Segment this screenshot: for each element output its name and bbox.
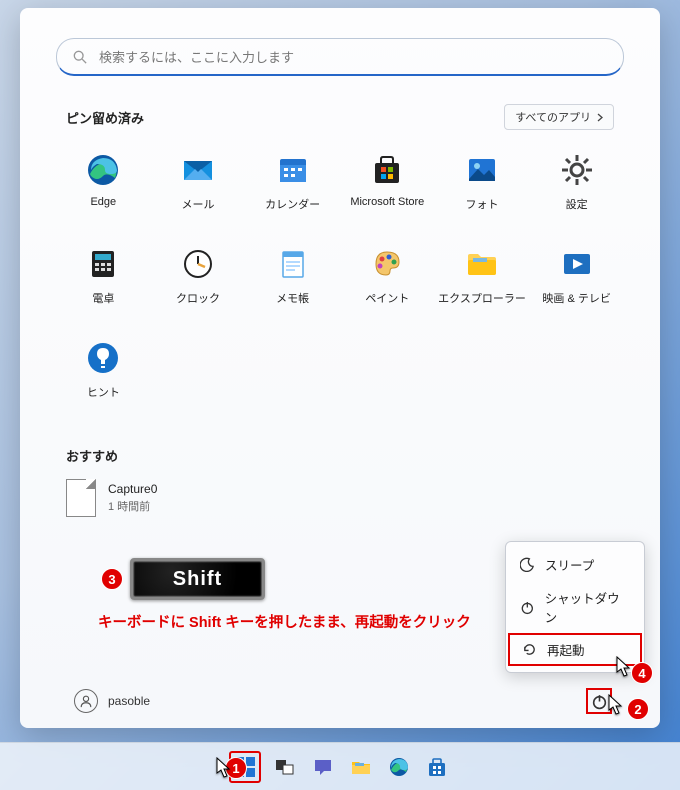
app-label: カレンダー [265, 196, 320, 212]
recommended-header: おすすめ [56, 446, 624, 465]
chat-icon [312, 756, 334, 778]
movies-icon [559, 246, 595, 282]
sleep-label: スリープ [545, 555, 594, 574]
all-apps-label: すべてのアプリ [515, 109, 591, 125]
calendar-icon [275, 152, 311, 188]
search-input[interactable]: 検索するには、ここに入力します [56, 38, 624, 76]
app-edge[interactable]: Edge [56, 144, 151, 230]
calculator-icon [85, 246, 121, 282]
clock-icon [180, 246, 216, 282]
taskbar-explorer[interactable] [347, 753, 375, 781]
app-label: フォト [465, 196, 498, 212]
gear-icon [559, 152, 595, 188]
power-icon [520, 600, 535, 615]
user-icon [74, 689, 98, 713]
taskbar-store[interactable] [423, 753, 451, 781]
sleep-icon [520, 557, 535, 572]
cursor-icon [608, 694, 624, 716]
start-footer: pasoble [20, 674, 660, 728]
chevron-right-icon [597, 113, 603, 122]
user-button[interactable]: pasoble [74, 689, 150, 713]
search-icon [73, 50, 87, 64]
app-label: ペイント [365, 290, 409, 306]
cursor-icon [216, 757, 232, 779]
taskbar [0, 742, 680, 790]
app-label: 設定 [566, 196, 588, 212]
app-explorer[interactable]: エクスプローラー [435, 238, 530, 324]
power-icon [591, 693, 608, 710]
recommended-item[interactable]: Capture0 1 時間前 [66, 479, 624, 517]
app-calculator[interactable]: 電卓 [56, 238, 151, 324]
app-settings[interactable]: 設定 [529, 144, 624, 230]
instruction-text: キーボードに Shift キーを押したまま、再起動をクリック [98, 611, 471, 632]
store-icon [426, 756, 448, 778]
app-label: ヒント [87, 384, 120, 400]
app-label: 映画 & テレビ [542, 290, 610, 306]
photos-icon [464, 152, 500, 188]
mail-icon [180, 152, 216, 188]
folder-icon [464, 246, 500, 282]
app-clock[interactable]: クロック [151, 238, 246, 324]
app-label: メール [181, 196, 214, 212]
paint-icon [369, 246, 405, 282]
shutdown-label: シャットダウン [545, 588, 630, 626]
tips-icon [85, 340, 121, 376]
taskbar-chat[interactable] [309, 753, 337, 781]
app-label: Microsoft Store [350, 196, 424, 208]
shift-key-graphic: Shift [130, 558, 265, 600]
annotation-2: 2 [627, 698, 649, 720]
app-label: エクスプローラー [438, 290, 526, 306]
taskbar-edge[interactable] [385, 753, 413, 781]
app-label: 電卓 [92, 290, 114, 306]
edge-icon [85, 152, 121, 188]
restart-label: 再起動 [547, 640, 585, 659]
annotation-3: 3 [101, 568, 123, 590]
document-icon [66, 479, 96, 517]
cursor-icon [616, 656, 632, 678]
app-mail[interactable]: メール [151, 144, 246, 230]
app-label: クロック [176, 290, 220, 306]
notepad-icon [275, 246, 311, 282]
app-notepad[interactable]: メモ帳 [245, 238, 340, 324]
app-tips[interactable]: ヒント [56, 332, 151, 418]
store-icon [369, 152, 405, 188]
recommended-name: Capture0 [108, 482, 157, 496]
taskview-icon [274, 756, 296, 778]
recommended-time: 1 時間前 [108, 498, 157, 514]
app-label: メモ帳 [276, 290, 309, 306]
app-ms-store[interactable]: Microsoft Store [340, 144, 435, 230]
power-sleep[interactable]: スリープ [506, 548, 644, 581]
pinned-grid: Edge メール カレンダー Microsoft Store フォト 設定 電卓… [56, 144, 624, 418]
app-calendar[interactable]: カレンダー [245, 144, 340, 230]
app-paint[interactable]: ペイント [340, 238, 435, 324]
folder-icon [350, 756, 372, 778]
all-apps-button[interactable]: すべてのアプリ [504, 104, 614, 130]
power-shutdown[interactable]: シャットダウン [506, 581, 644, 633]
search-placeholder: 検索するには、ここに入力します [99, 47, 294, 66]
annotation-4: 4 [631, 662, 653, 684]
recommended-title: おすすめ [66, 446, 118, 465]
app-photos[interactable]: フォト [435, 144, 530, 230]
edge-icon [388, 756, 410, 778]
power-menu: スリープ シャットダウン 再起動 [505, 541, 645, 673]
user-name: pasoble [108, 694, 150, 708]
pinned-header: ピン留め済み すべてのアプリ [56, 104, 624, 130]
pinned-title: ピン留め済み [66, 108, 144, 127]
taskbar-taskview[interactable] [271, 753, 299, 781]
app-movies-tv[interactable]: 映画 & テレビ [529, 238, 624, 324]
restart-icon [522, 642, 537, 657]
recommended-text: Capture0 1 時間前 [108, 482, 157, 514]
app-label: Edge [90, 196, 116, 208]
